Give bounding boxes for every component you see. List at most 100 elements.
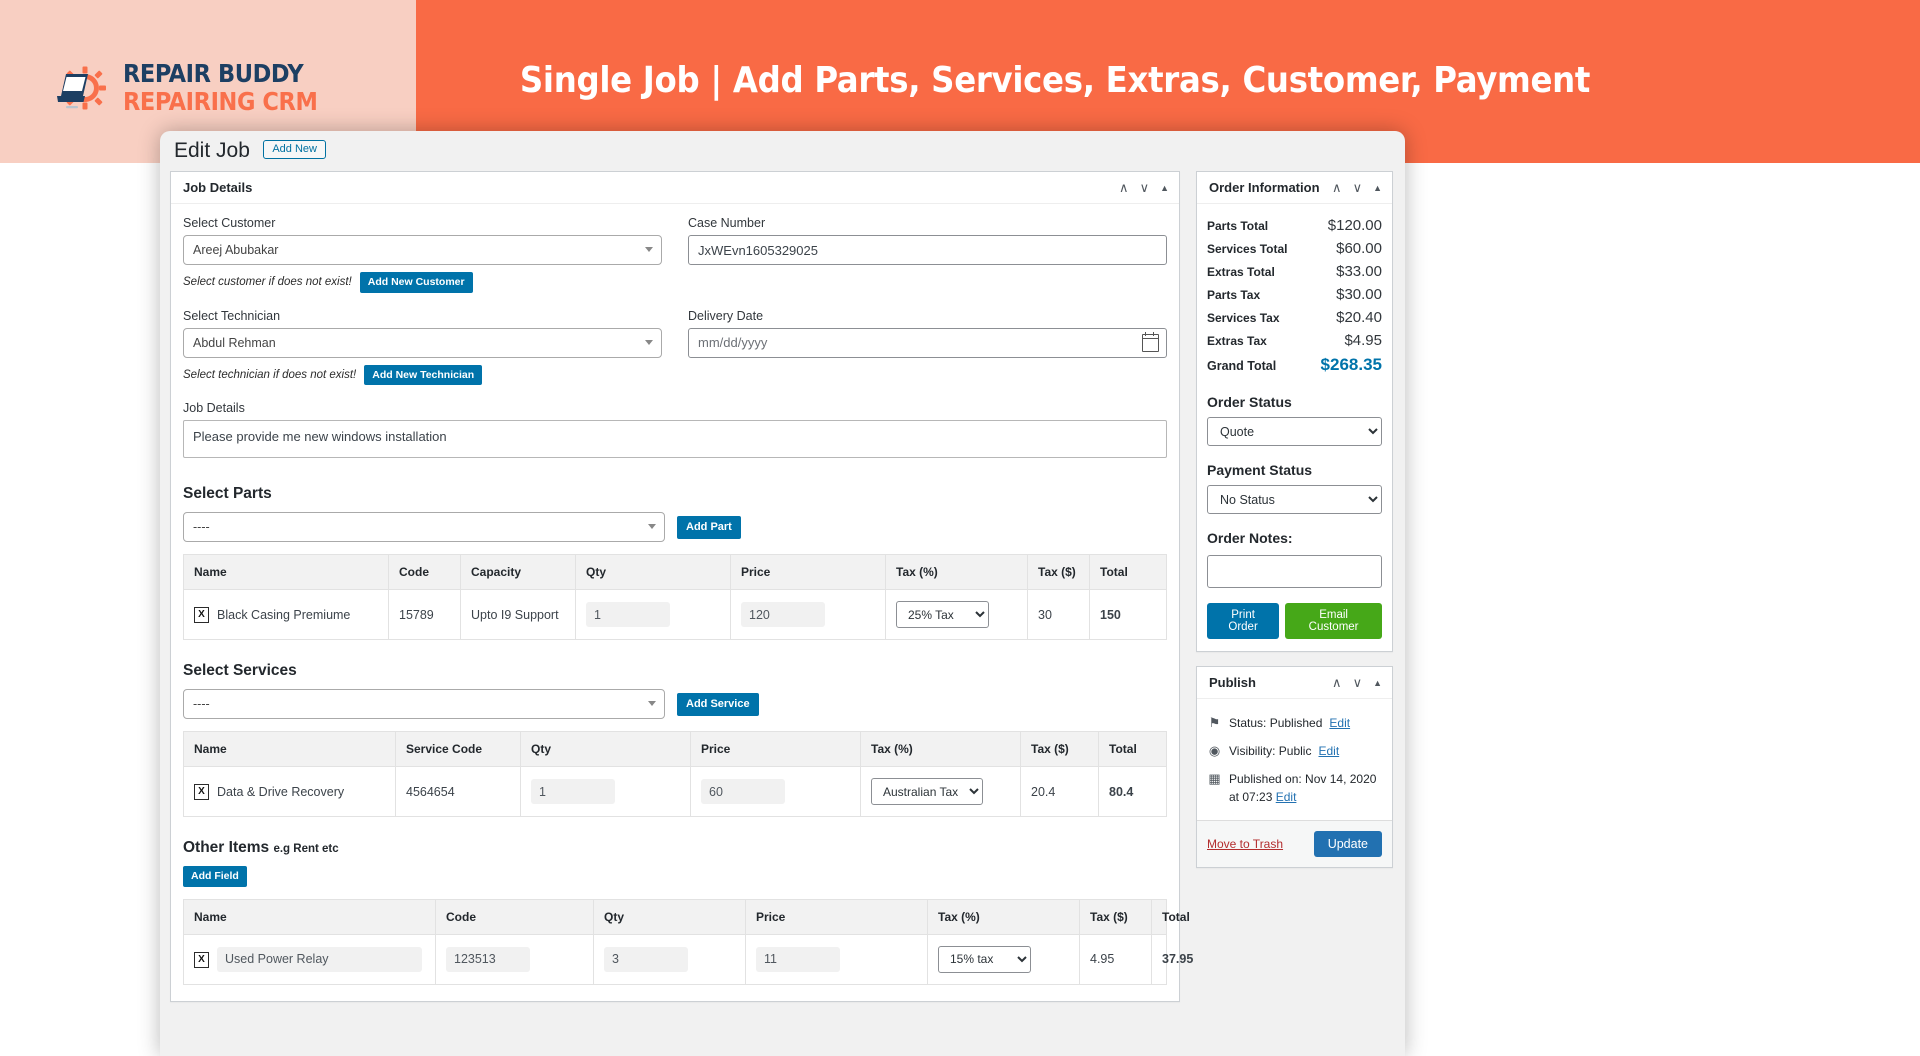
edit-status-link[interactable]: Edit — [1329, 714, 1350, 732]
case-number-input[interactable] — [688, 235, 1167, 265]
order-notes-label: Order Notes: — [1207, 530, 1293, 546]
order-totals-list: Parts Total $120.00 Services Total $60.0… — [1207, 214, 1382, 378]
technician-hint: Select technician if does not exist! — [183, 368, 357, 381]
services-col-qty: Qty — [520, 731, 691, 768]
select-part-dropdown[interactable]: ---- — [183, 512, 665, 543]
select-service-dropdown[interactable]: ---- — [183, 689, 665, 720]
laptop-gear-icon — [52, 58, 110, 116]
select-parts-title: Select Parts — [183, 485, 272, 503]
parts-price-input[interactable] — [741, 602, 825, 628]
services-col-tax-dollar: Tax ($) — [1020, 731, 1099, 768]
services-cell-qty — [520, 766, 691, 818]
edit-visibility-link[interactable]: Edit — [1318, 742, 1339, 760]
other-qty-input[interactable] — [604, 946, 688, 972]
publish-panel-header: Publish ∧ ∨ ▲ — [1197, 667, 1392, 699]
total-label: Services Tax — [1207, 311, 1280, 325]
order-notes-textarea[interactable] — [1207, 555, 1382, 588]
logo-line-2: REPAIRING CRM — [123, 86, 318, 116]
technician-field-group: Select Technician Abdul Rehman Select te… — [183, 309, 662, 386]
job-details-panel-title: Job Details — [183, 180, 253, 195]
parts-table-header-row: Name Code Capacity Qty Price Tax (%) Tax… — [183, 554, 1167, 591]
job-details-panel-header: Job Details ∧ ∨ ▲ — [171, 172, 1179, 204]
move-up-icon[interactable]: ∧ — [1332, 676, 1342, 689]
job-details-panel-body: Select Customer Areej Abubakar Select cu… — [171, 204, 1193, 1001]
remove-row-icon[interactable]: X — [194, 951, 209, 968]
add-new-button[interactable]: Add New — [263, 139, 326, 159]
select-technician-dropdown[interactable]: Abdul Rehman — [183, 327, 662, 358]
chevron-down-icon — [645, 247, 653, 252]
parts-col-tax-percent: Tax (%) — [885, 554, 1028, 591]
job-details-textarea[interactable]: Please provide me new windows installati… — [183, 420, 1167, 459]
publish-visibility-row: ◉ Visibility: Public Edit — [1207, 737, 1382, 765]
toggle-panel-icon[interactable]: ▲ — [1373, 183, 1382, 193]
payment-status-select[interactable]: No Status — [1207, 485, 1382, 514]
order-information-panel-header: Order Information ∧ ∨ ▲ — [1197, 172, 1392, 204]
remove-row-icon[interactable]: X — [194, 606, 209, 623]
select-service-value: ---- — [193, 697, 210, 712]
services-cell-name: X Data & Drive Recovery — [183, 766, 396, 818]
job-details-label: Job Details — [183, 401, 245, 416]
order-information-body: Parts Total $120.00 Services Total $60.0… — [1197, 204, 1392, 651]
eye-icon: ◉ — [1208, 743, 1221, 758]
chevron-down-icon — [648, 701, 656, 707]
move-up-icon[interactable]: ∧ — [1332, 181, 1342, 194]
services-col-code: Service Code — [395, 731, 521, 768]
select-customer-dropdown[interactable]: Areej Abubakar — [183, 235, 662, 265]
toggle-panel-icon[interactable]: ▲ — [1373, 678, 1382, 688]
other-code-input[interactable] — [446, 946, 530, 972]
other-tax-select[interactable]: 15% tax — [938, 945, 1031, 973]
total-label: Parts Total — [1207, 219, 1269, 233]
add-part-button[interactable]: Add Part — [677, 515, 741, 539]
services-name-text: Data & Drive Recovery — [217, 784, 345, 799]
parts-tax-select[interactable]: 25% Tax — [896, 601, 989, 629]
services-col-name: Name — [183, 731, 396, 768]
total-row: Extras Tax $4.95 — [1207, 329, 1382, 352]
banner-title: Single Job | Add Parts, Services, Extras… — [519, 60, 1591, 101]
add-service-button[interactable]: Add Service — [677, 692, 759, 716]
select-services-title: Select Services — [183, 662, 297, 680]
add-new-customer-button[interactable]: Add New Customer — [359, 272, 473, 293]
services-table-header-row: Name Service Code Qty Price Tax (%) Tax … — [183, 731, 1167, 768]
move-down-icon[interactable]: ∨ — [1353, 676, 1363, 689]
publish-date-text: Published on: Nov 14, 2020 at 07:23 — [1229, 772, 1377, 804]
select-part-value: ---- — [193, 520, 210, 535]
move-to-trash-link[interactable]: Move to Trash — [1207, 837, 1283, 851]
delivery-date-input[interactable] — [688, 327, 1167, 358]
move-down-icon[interactable]: ∨ — [1353, 181, 1363, 194]
services-table: Name Service Code Qty Price Tax (%) Tax … — [183, 731, 1167, 818]
other-cell-price — [745, 933, 928, 985]
parts-cell-name: X Black Casing Premiume — [183, 589, 389, 641]
order-status-select[interactable]: Quote — [1207, 417, 1382, 446]
move-up-icon[interactable]: ∧ — [1119, 181, 1129, 194]
email-customer-button[interactable]: Email Customer — [1285, 603, 1382, 639]
calendar-icon: ▦ — [1208, 771, 1221, 786]
add-new-technician-button[interactable]: Add New Technician — [364, 364, 483, 386]
services-qty-input[interactable] — [531, 779, 615, 805]
other-price-input[interactable] — [756, 946, 840, 972]
delivery-date-field-group: Delivery Date — [688, 309, 1167, 386]
total-value: $33.00 — [1336, 263, 1382, 280]
move-down-icon[interactable]: ∨ — [1140, 181, 1150, 194]
other-items-table: Name Code Qty Price Tax (%) Tax ($) Tota… — [183, 898, 1193, 985]
table-row: X Data & Drive Recovery 4564654 Australia… — [183, 766, 1167, 818]
services-tax-select[interactable]: Australian Tax — [871, 778, 983, 806]
select-technician-value: Abdul Rehman — [193, 335, 276, 350]
table-row: X 15% tax 4.95 37.95 — [183, 933, 1193, 985]
toggle-panel-icon[interactable]: ▲ — [1160, 183, 1169, 193]
grand-total-value: $268.35 — [1320, 355, 1382, 374]
update-button[interactable]: Update — [1313, 831, 1382, 857]
other-name-input[interactable] — [217, 946, 422, 972]
services-cell-tax-percent: Australian Tax — [860, 766, 1021, 818]
parts-cell-total: 150 — [1089, 589, 1167, 641]
parts-qty-input[interactable] — [586, 602, 670, 628]
print-order-button[interactable]: Print Order — [1207, 603, 1280, 639]
edit-date-link[interactable]: Edit — [1276, 790, 1297, 804]
calendar-icon[interactable] — [1142, 331, 1159, 352]
order-information-panel-title: Order Information — [1209, 180, 1320, 195]
remove-row-icon[interactable]: X — [194, 783, 209, 800]
pin-icon: ⚑ — [1208, 715, 1221, 730]
services-price-input[interactable] — [701, 779, 785, 805]
page-title: Edit Job — [174, 139, 250, 162]
total-label: Parts Tax — [1207, 288, 1261, 302]
add-field-button[interactable]: Add Field — [183, 866, 247, 887]
